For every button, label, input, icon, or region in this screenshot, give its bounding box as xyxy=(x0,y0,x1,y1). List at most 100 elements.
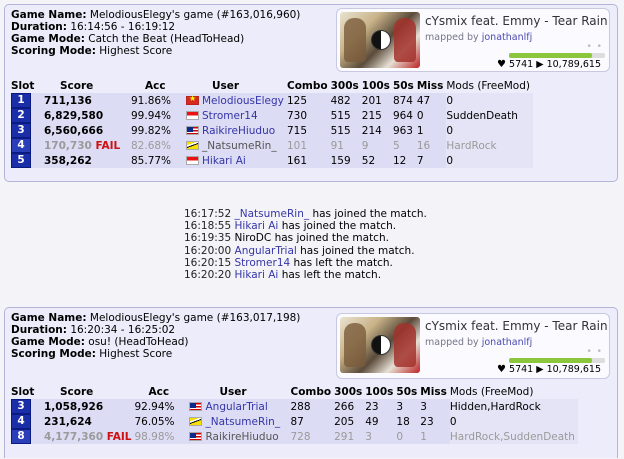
beatmap-thumbnail[interactable] xyxy=(340,317,420,373)
combo-cell: 125 xyxy=(287,93,331,108)
country-flag-icon xyxy=(186,125,199,135)
table-row: 3 6,560,666 99.82% RaikireHiuduo 715 515 214 9… xyxy=(11,123,533,138)
score-cell: 1,058,926 xyxy=(44,399,135,414)
event-user-link[interactable]: Hikari Ai xyxy=(235,220,279,232)
event-user-link[interactable]: _NatsumeRin_ xyxy=(235,208,310,220)
count-300-cell: 266 xyxy=(334,399,366,414)
duration-value: 16:20:34 - 16:25:02 xyxy=(70,324,176,336)
user-link[interactable]: MelodiousElegy xyxy=(202,95,284,107)
col-user: User xyxy=(219,385,247,398)
country-flag-icon xyxy=(186,155,199,165)
event-text: has joined the match. xyxy=(300,244,415,257)
rating-bar-fill xyxy=(509,53,592,58)
event-text: has joined the match. xyxy=(274,232,389,245)
acc-cell: 82.68% xyxy=(131,138,186,153)
event-time: 16:20:20 xyxy=(184,269,232,282)
match-panel-1: Game Name: MelodiousElegy's game (#163,0… xyxy=(4,4,618,182)
score-value: 231,624 xyxy=(44,415,92,428)
col-score: Score xyxy=(60,385,94,398)
user-link[interactable]: AngularTrial xyxy=(205,401,267,413)
user-cell: RaikireHiuduo xyxy=(189,429,291,444)
col-acc: Acc xyxy=(148,385,170,398)
rating-bar xyxy=(509,53,605,58)
count-300-cell: 205 xyxy=(334,414,366,429)
mapper-link[interactable]: jonathanlfj xyxy=(482,337,533,348)
beatmap-thumbnail[interactable] xyxy=(340,12,420,68)
event-line: 16:19:35 NiroDC has joined the match. xyxy=(184,232,427,244)
combo-cell: 728 xyxy=(290,429,335,444)
user-link[interactable]: RaikireHiuduo xyxy=(202,125,275,137)
user-link[interactable]: Stromer14 xyxy=(202,110,258,122)
event-line: 16:20:15 Stromer14 has left the match. xyxy=(184,257,427,269)
table-header: Slot Score Acc User Combo 300s 100s 50s … xyxy=(11,78,533,93)
score-value: 711,136 xyxy=(44,94,92,107)
count-100-cell: 23 xyxy=(365,399,397,414)
scoring-mode-label: Scoring Mode: xyxy=(11,45,96,57)
table-row: 5 358,262 85.77% Hikari Ai 161 159 52 12 7 0 xyxy=(11,153,533,168)
beatmap-title[interactable]: cYsmix feat. Emmy - Tear Rain xyxy=(425,319,608,333)
table-row: 4 170,730 FAIL 82.68% _NatsumeRin_ 101 91 9 5 16… xyxy=(11,138,533,153)
miss-cell: 47 xyxy=(416,93,447,108)
event-text: has joined the match. xyxy=(312,208,427,220)
game-name-label: Game Name: xyxy=(11,9,87,21)
acc-cell: 98.98% xyxy=(134,429,190,444)
country-flag-icon xyxy=(186,110,199,120)
table-row: 2 6,829,580 99.94% Stromer14 730 515 215 964 0 S… xyxy=(11,108,533,123)
slot-badge: 3 xyxy=(11,123,31,138)
event-user-link[interactable]: Stromer14 xyxy=(235,257,291,269)
slot-badge: 4 xyxy=(11,414,31,429)
count-300-cell: 159 xyxy=(330,153,362,168)
score-cell: 231,624 xyxy=(44,414,135,429)
country-flag-icon xyxy=(189,431,203,441)
beatmap-card[interactable]: cYsmix feat. Emmy - Tear Rain mapped by … xyxy=(336,8,610,72)
beatmap-mapper: mapped by jonathanlfj xyxy=(425,337,532,348)
acc-cell: 91.86% xyxy=(131,93,186,108)
event-user-link[interactable]: Hikari Ai xyxy=(235,269,279,281)
event-line: 16:20:20 Hikari Ai has left the match. xyxy=(184,269,427,281)
count-100-cell: 201 xyxy=(361,93,393,108)
mapper-link[interactable]: jonathanlfj xyxy=(482,32,533,43)
slot-cell: 4 xyxy=(11,414,44,429)
scores-table: Slot Score Acc User Combo 300s 100s 50s … xyxy=(11,78,533,168)
slot-badge: 1 xyxy=(11,93,31,108)
game-name-value: MelodiousElegy's game (#163,017,198) xyxy=(89,312,301,324)
count-300-cell: 515 xyxy=(330,108,362,123)
event-user-link[interactable]: AngularTrial xyxy=(235,245,297,257)
user-link[interactable]: RaikireHiuduo xyxy=(205,431,278,443)
play-icon: ▶ xyxy=(536,59,544,70)
country-flag-icon xyxy=(186,140,199,150)
match-info: Game Name: MelodiousElegy's game (#163,0… xyxy=(11,9,300,57)
miss-cell: 7 xyxy=(416,153,447,168)
col-combo: Combo xyxy=(287,79,328,92)
table-row: 8 4,177,360 FAIL 98.98% RaikireHiuduo 728 291… xyxy=(11,429,578,444)
user-cell: RaikireHiuduo xyxy=(186,123,287,138)
count-100-cell: 49 xyxy=(365,414,397,429)
beatmap-card[interactable]: cYsmix feat. Emmy - Tear Rain mapped by … xyxy=(336,313,610,379)
count-300-cell: 291 xyxy=(334,429,366,444)
play-count: 10,789,615 xyxy=(546,364,601,375)
user-link[interactable]: _NatsumeRin_ xyxy=(205,416,280,428)
user-link[interactable]: Hikari Ai xyxy=(202,155,246,167)
event-text: has joined the match. xyxy=(281,220,397,233)
event-user: NiroDC xyxy=(234,232,272,245)
event-line: 16:18:55 Hikari Ai has joined the match. xyxy=(184,220,427,232)
event-time: 16:19:35 xyxy=(184,232,232,245)
col-slot: Slot xyxy=(11,79,35,92)
rating-dots-icon: • • xyxy=(586,42,603,52)
scoring-mode-label: Scoring Mode: xyxy=(11,348,96,360)
rating-dots-icon: • • xyxy=(586,347,603,357)
count-100-cell: 9 xyxy=(361,138,393,153)
score-value: 170,730 xyxy=(44,139,92,152)
col-combo: Combo xyxy=(290,385,332,398)
miss-cell: 3 xyxy=(420,399,450,414)
user-cell: AngularTrial xyxy=(189,399,291,414)
miss-cell: 1 xyxy=(420,429,450,444)
event-time: 16:18:55 xyxy=(184,220,232,233)
score-cell: 711,136 xyxy=(44,93,131,108)
mods-cell: SuddenDeath xyxy=(446,108,533,123)
rating-bar-fill xyxy=(509,358,592,363)
combo-cell: 288 xyxy=(290,399,335,414)
score-value: 1,058,926 xyxy=(44,400,104,413)
user-link[interactable]: _NatsumeRin_ xyxy=(202,140,277,152)
beatmap-title[interactable]: cYsmix feat. Emmy - Tear Rain xyxy=(425,14,608,28)
